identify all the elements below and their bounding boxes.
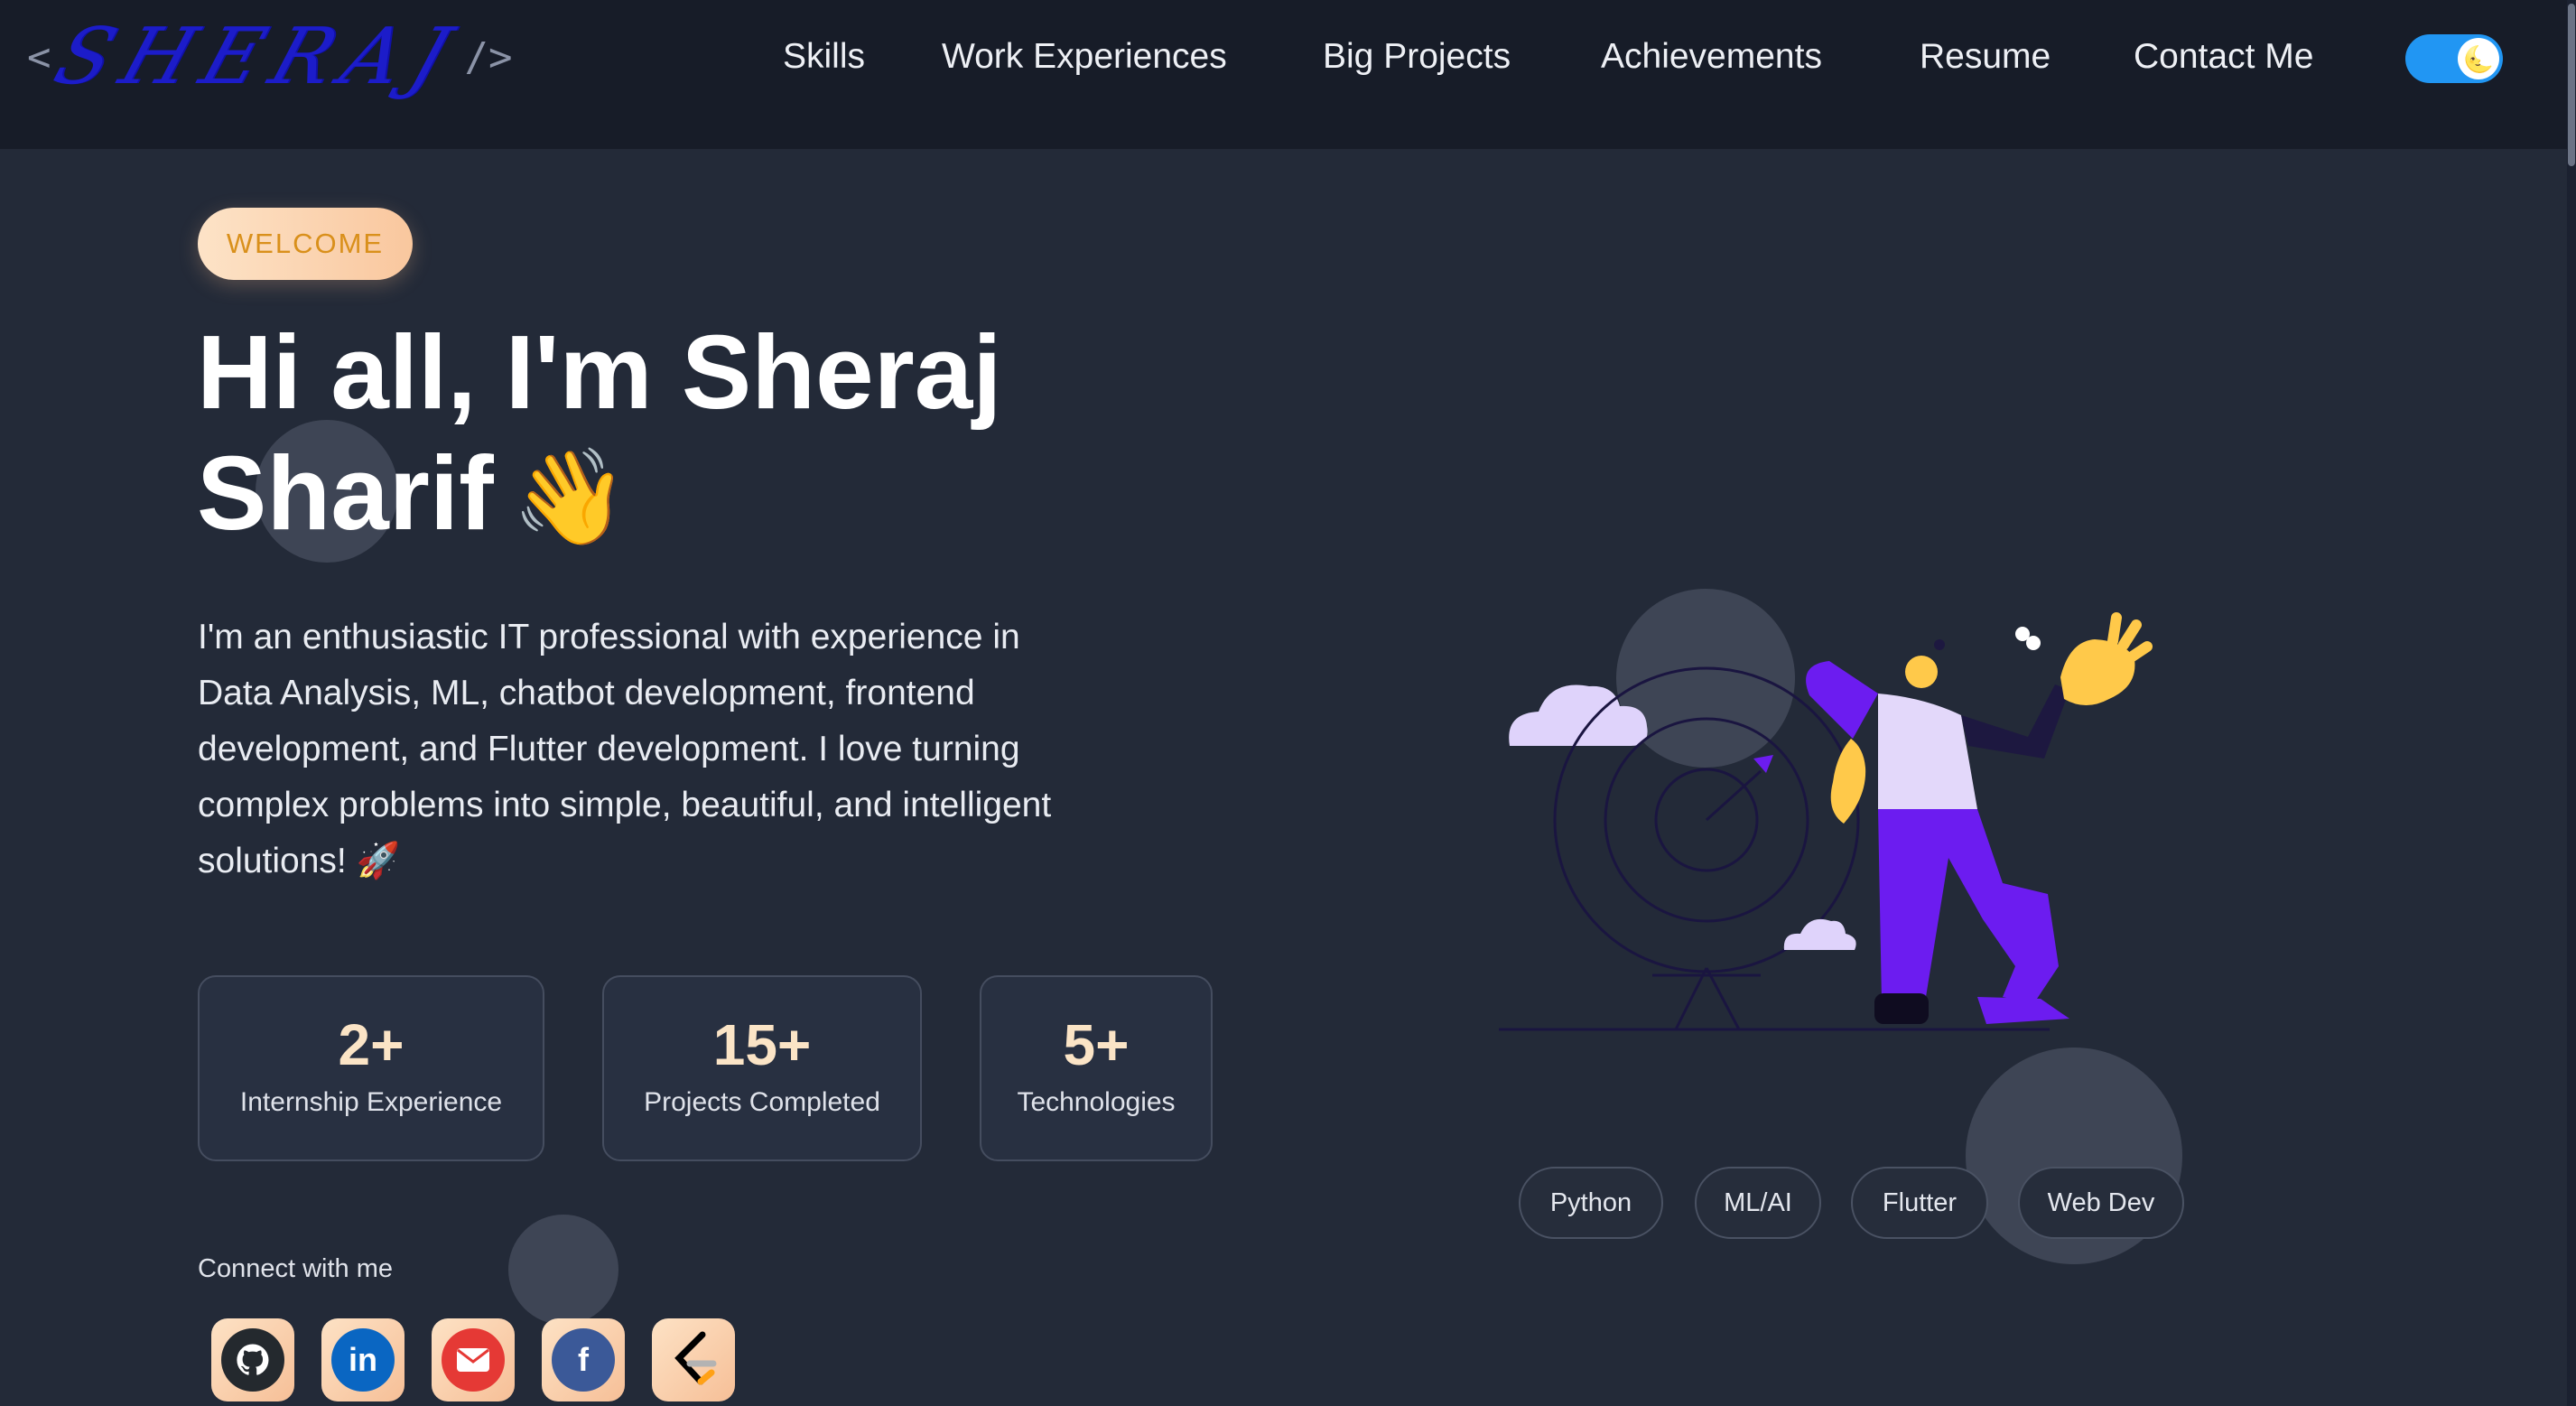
arrow-icon: [1705, 755, 1773, 822]
stat-card-projects: 15+ Projects Completed: [602, 975, 922, 1161]
theme-toggle[interactable]: 🌜: [2405, 34, 2503, 83]
toggle-knob: 🌜: [2458, 38, 2499, 79]
github-icon: [221, 1328, 284, 1392]
stat-label: Projects Completed: [644, 1087, 880, 1117]
skill-tag-web-dev[interactable]: Web Dev: [2018, 1167, 2184, 1239]
scrollbar[interactable]: [2567, 0, 2576, 1406]
logo-close-bracket: />: [464, 33, 513, 80]
nav-link-contact-me[interactable]: Contact Me: [2134, 27, 2313, 87]
linkedin-link[interactable]: in: [321, 1318, 405, 1401]
facebook-icon: f: [552, 1328, 615, 1392]
logo-signature: SHERAJ: [43, 12, 472, 102]
small-cloud-icon: [1783, 918, 1856, 950]
stat-card-technologies: 5+ Technologies: [980, 975, 1213, 1161]
hero-title-line2: Sharif: [197, 434, 494, 552]
stat-label: Technologies: [1017, 1087, 1176, 1117]
nav-link-work-experiences[interactable]: Work Experiences: [942, 27, 1227, 87]
welcome-badge: WELCOME: [198, 208, 413, 280]
hero-title: Hi all, I'm Sheraj Sharif 👋: [197, 312, 1100, 558]
nav-link-big-projects[interactable]: Big Projects: [1323, 27, 1511, 87]
waving-hand-icon: 👋: [511, 445, 629, 550]
hero-description: I'm an enthusiastic IT professional with…: [198, 618, 1052, 880]
stat-label: Internship Experience: [239, 1087, 503, 1117]
stat-value: 5+: [1063, 1012, 1130, 1077]
connect-heading: Connect with me: [198, 1254, 393, 1283]
github-link[interactable]: [211, 1318, 294, 1401]
hero-title-line1: Hi all, I'm Sheraj: [197, 313, 1002, 431]
leetcode-icon: [662, 1328, 725, 1392]
nav-link-resume[interactable]: Resume: [1920, 27, 2051, 87]
scrollbar-thumb[interactable]: [2568, 4, 2575, 166]
email-link[interactable]: [432, 1318, 515, 1401]
skill-tag-flutter[interactable]: Flutter: [1851, 1167, 1988, 1239]
skill-tag-python[interactable]: Python: [1519, 1167, 1663, 1239]
nav-link-achievements[interactable]: Achievements: [1601, 27, 1822, 87]
leetcode-link[interactable]: [652, 1318, 735, 1401]
stat-card-internship: 2+ Internship Experience: [198, 975, 544, 1161]
linkedin-icon: in: [331, 1328, 395, 1392]
site-logo[interactable]: < SHERAJ />: [27, 7, 513, 107]
nav-link-skills[interactable]: Skills: [783, 27, 865, 87]
logo-open-bracket: <: [27, 33, 51, 80]
moon-icon: 🌜: [2462, 44, 2495, 73]
decorative-blob: [508, 1215, 618, 1325]
facebook-link[interactable]: f: [542, 1318, 625, 1401]
hero-illustration: [1499, 612, 2153, 1031]
navbar: < SHERAJ /> Skills Work Experiences Big …: [0, 0, 2576, 149]
stat-value: 15+: [712, 1012, 812, 1077]
skill-tag-ml-ai[interactable]: ML/AI: [1695, 1167, 1821, 1239]
mail-icon: [442, 1328, 505, 1392]
stat-value: 2+: [338, 1012, 405, 1077]
